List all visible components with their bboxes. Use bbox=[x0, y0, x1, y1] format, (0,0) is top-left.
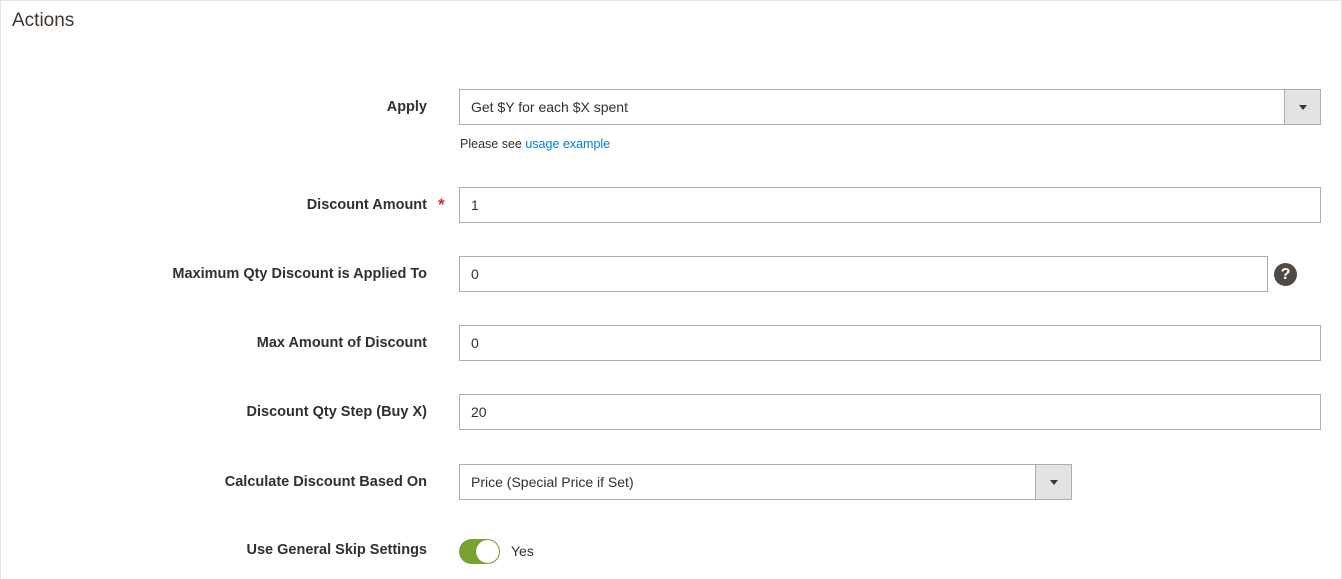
usage-example-link[interactable]: usage example bbox=[525, 137, 610, 151]
max-amount-value: 0 bbox=[471, 335, 479, 351]
chevron-down-icon[interactable] bbox=[1284, 90, 1320, 124]
apply-note: Please see usage example bbox=[460, 137, 610, 151]
max-amount-label: Max Amount of Discount bbox=[256, 335, 427, 351]
qty-step-input[interactable]: 20 bbox=[459, 394, 1321, 430]
discount-amount-input[interactable]: 1 bbox=[459, 187, 1321, 223]
max-qty-input[interactable]: 0 bbox=[459, 256, 1268, 292]
skip-settings-toggle[interactable] bbox=[459, 539, 500, 564]
apply-label: Apply bbox=[386, 99, 427, 115]
apply-select[interactable]: Get $Y for each $X spent bbox=[459, 89, 1321, 125]
section-title: Actions bbox=[12, 10, 75, 31]
toggle-knob bbox=[476, 540, 499, 563]
question-mark-icon[interactable]: ? bbox=[1274, 263, 1297, 286]
apply-select-value: Get $Y for each $X spent bbox=[471, 99, 628, 115]
required-mark: * bbox=[438, 195, 445, 214]
qty-step-label: Discount Qty Step (Buy X) bbox=[246, 404, 427, 420]
chevron-down-icon[interactable] bbox=[1035, 465, 1071, 499]
calc-based-on-label: Calculate Discount Based On bbox=[224, 474, 427, 490]
calc-based-on-value: Price (Special Price if Set) bbox=[471, 474, 634, 490]
qty-step-value: 20 bbox=[471, 404, 487, 420]
max-qty-label: Maximum Qty Discount is Applied To bbox=[172, 266, 427, 282]
discount-amount-value: 1 bbox=[471, 197, 479, 213]
apply-note-text: Please see bbox=[460, 137, 522, 151]
skip-settings-label: Use General Skip Settings bbox=[246, 542, 427, 558]
skip-settings-toggle-text: Yes bbox=[511, 543, 534, 559]
calc-based-on-select[interactable]: Price (Special Price if Set) bbox=[459, 464, 1072, 500]
discount-amount-label: Discount Amount bbox=[306, 197, 427, 213]
max-qty-value: 0 bbox=[471, 266, 479, 282]
max-amount-input[interactable]: 0 bbox=[459, 325, 1321, 361]
actions-panel: Actions Apply Get $Y for each $X spent P… bbox=[0, 0, 1342, 579]
